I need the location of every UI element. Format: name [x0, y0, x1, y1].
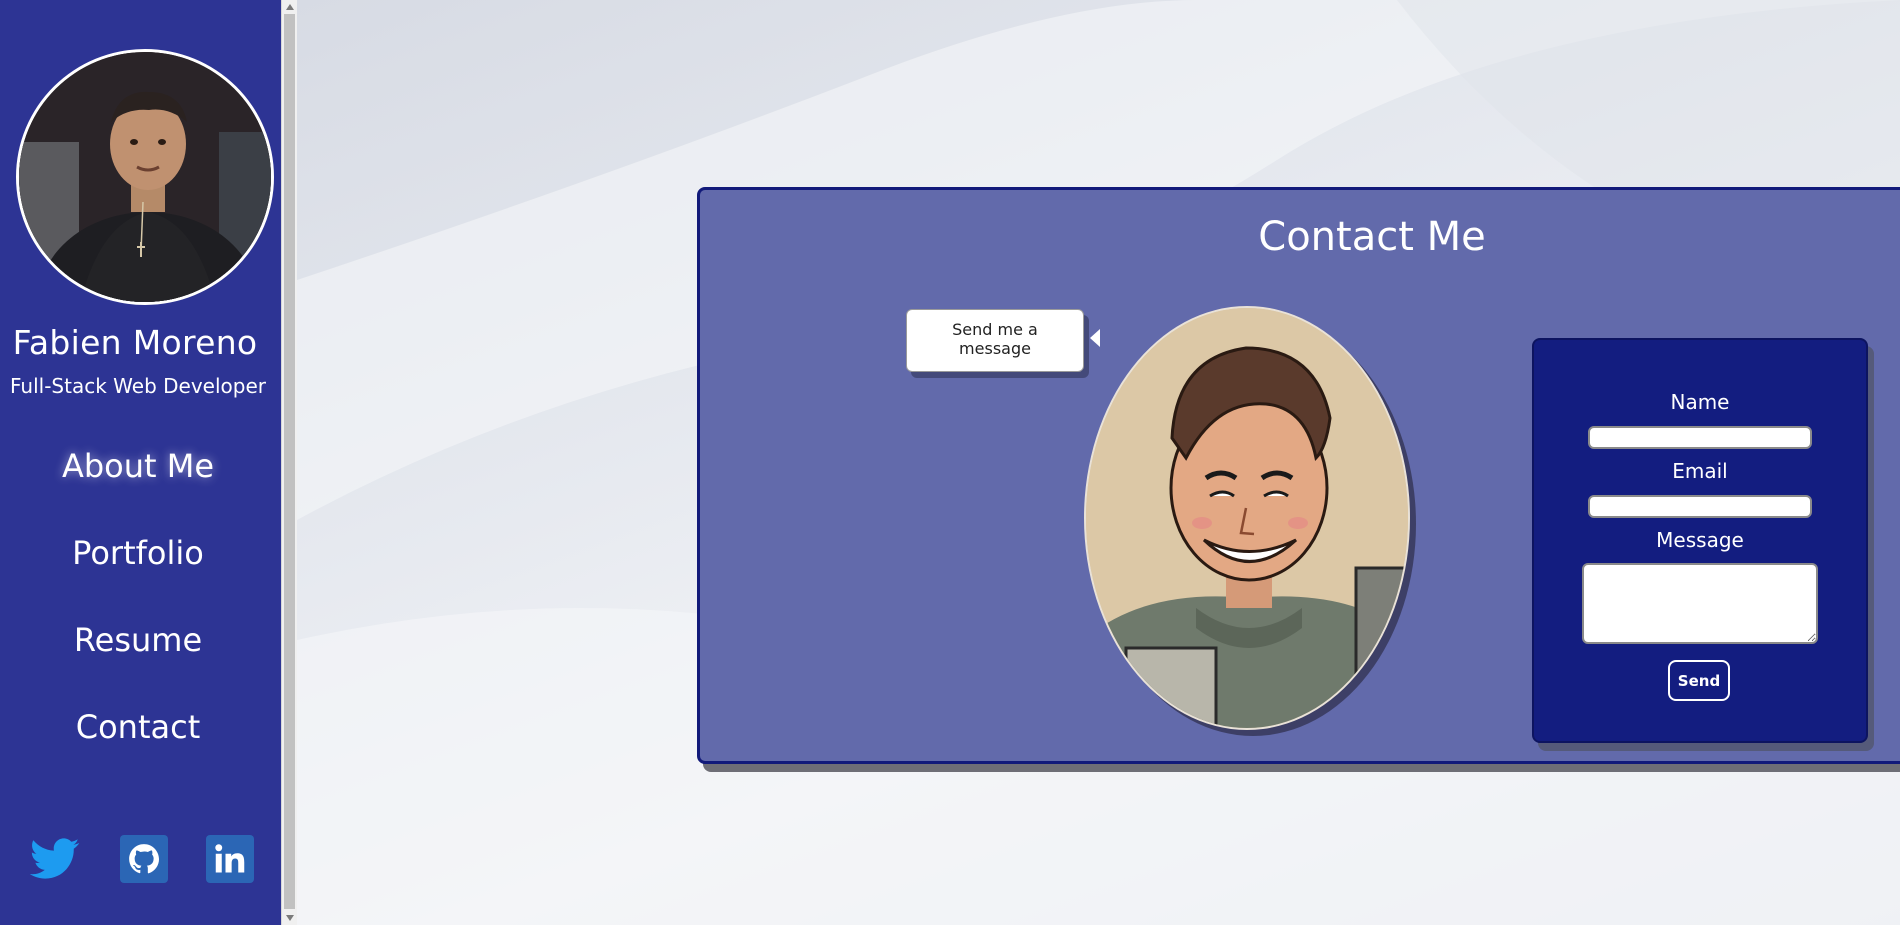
twitter-icon[interactable]	[29, 833, 81, 885]
sidebar-nav: About Me Portfolio Resume Contact	[0, 440, 276, 788]
message-label: Message	[1656, 528, 1744, 552]
name-label: Name	[1670, 390, 1730, 414]
name-input[interactable]	[1588, 426, 1812, 449]
profile-name: Fabien Moreno	[12, 323, 258, 362]
nav-item-about-me[interactable]: About Me	[0, 440, 276, 527]
send-button[interactable]: Send	[1668, 660, 1730, 701]
nav-item-resume[interactable]: Resume	[0, 614, 276, 701]
cartoon-avatar	[1084, 306, 1410, 730]
scrollbar[interactable]	[281, 0, 297, 925]
scroll-thumb[interactable]	[284, 14, 295, 909]
email-input[interactable]	[1588, 495, 1812, 518]
speech-bubble-tail	[1090, 329, 1100, 347]
profile-title: Full-Stack Web Developer	[10, 374, 266, 398]
contact-form: Name Email Message Send	[1532, 338, 1868, 743]
message-textarea[interactable]	[1582, 563, 1818, 644]
scroll-up-arrow-icon[interactable]	[286, 4, 294, 10]
social-links	[29, 833, 254, 885]
main-content: Contact Me Send me a message Name Email …	[297, 0, 1900, 925]
sidebar: Fabien Moreno Full-Stack Web Developer A…	[0, 0, 281, 925]
email-label: Email	[1672, 459, 1728, 483]
nav-item-contact[interactable]: Contact	[0, 701, 276, 788]
github-icon[interactable]	[119, 835, 168, 883]
scroll-down-arrow-icon[interactable]	[286, 915, 294, 921]
linkedin-icon[interactable]	[206, 835, 254, 883]
nav-item-portfolio[interactable]: Portfolio	[0, 527, 276, 614]
profile-photo	[16, 49, 274, 305]
speech-bubble: Send me a message	[906, 309, 1084, 372]
contact-card: Contact Me Send me a message Name Email …	[697, 187, 1900, 764]
contact-title: Contact Me	[1258, 214, 1486, 260]
